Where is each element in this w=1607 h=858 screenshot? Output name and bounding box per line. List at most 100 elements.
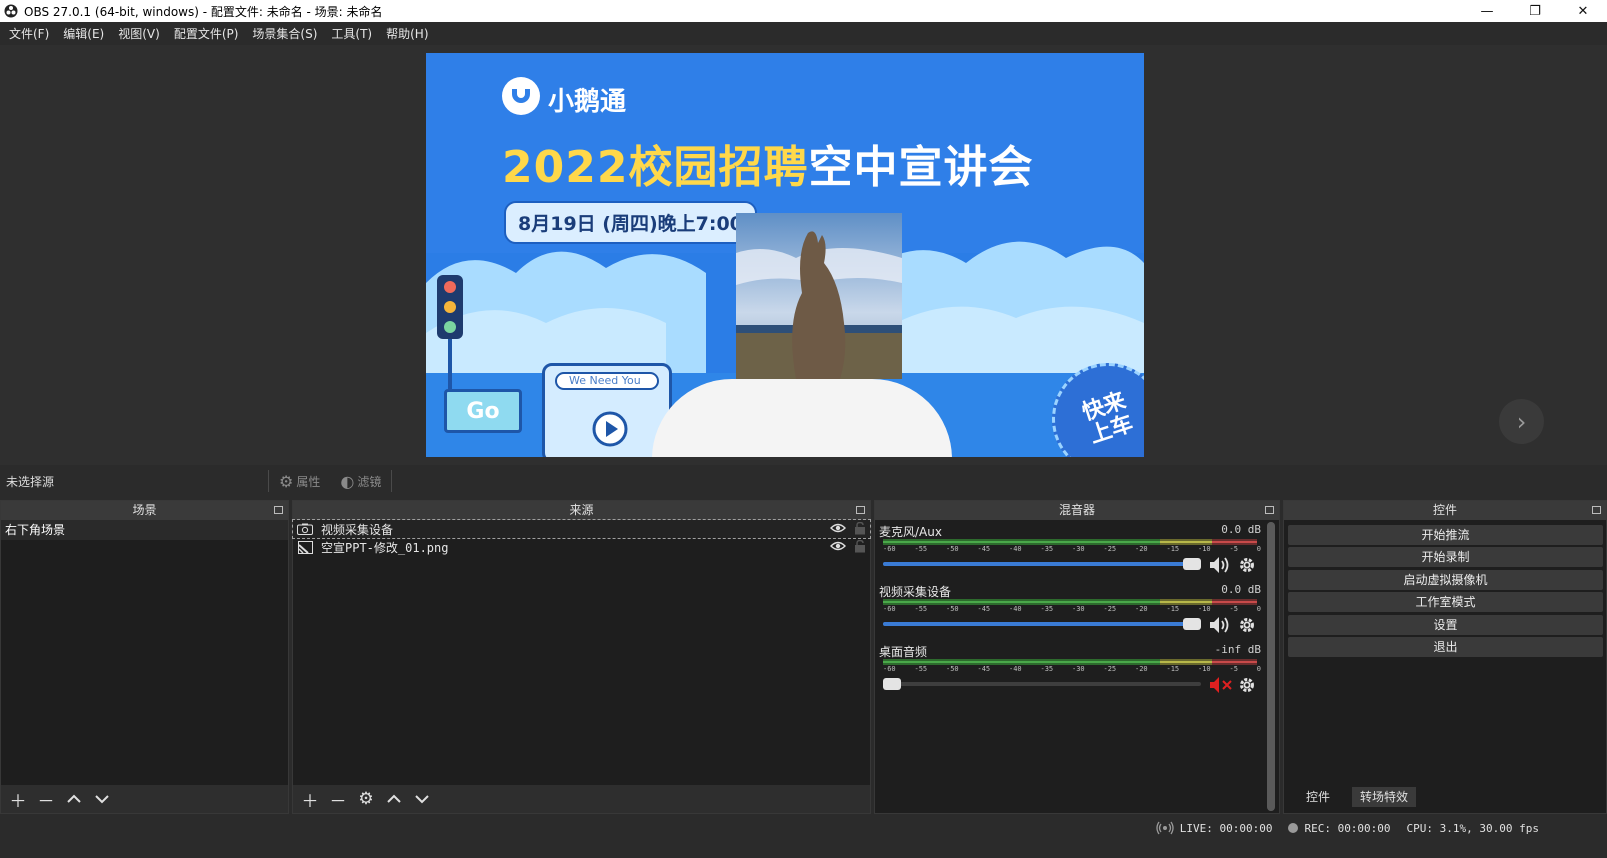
- menu-view[interactable]: 视图(V): [111, 25, 167, 42]
- meter-tick-label: -25: [1103, 665, 1117, 673]
- move-down-icon[interactable]: [89, 787, 115, 811]
- window-bottom: [0, 840, 1607, 858]
- slider-knob[interactable]: [1183, 558, 1201, 570]
- remove-scene-button[interactable]: －: [33, 787, 59, 812]
- scenes-title: 场景: [132, 503, 157, 517]
- move-up-icon[interactable]: [61, 787, 87, 811]
- gear-icon[interactable]: [1237, 615, 1257, 635]
- meter-tick-label: -15: [1166, 545, 1180, 553]
- lock-icon[interactable]: [854, 539, 866, 556]
- speaker-icon[interactable]: [1209, 615, 1233, 635]
- float-dock-icon[interactable]: [1592, 506, 1601, 514]
- menu-bar: 文件(F) 编辑(E) 视图(V) 配置文件(P) 场景集合(S) 工具(T) …: [0, 22, 1607, 45]
- muted-speaker-icon[interactable]: [1209, 675, 1233, 695]
- slider-knob[interactable]: [1183, 618, 1201, 630]
- meter-tick-label: -5: [1229, 665, 1238, 673]
- meter-fill: [883, 661, 1257, 663]
- volume-slider[interactable]: [883, 678, 1201, 690]
- meter-tick-label: -20: [1135, 545, 1148, 553]
- remove-source-button[interactable]: －: [325, 787, 351, 812]
- window-title: OBS 27.0.1 (64-bit, windows) - 配置文件: 未命名…: [24, 4, 383, 19]
- meter-tick-label: -50: [946, 605, 959, 613]
- meter-tick-label: -20: [1135, 665, 1148, 673]
- add-scene-button[interactable]: ＋: [5, 787, 31, 812]
- volume-slider[interactable]: [883, 618, 1201, 630]
- filters-button[interactable]: ◐ 滤镜: [330, 472, 391, 491]
- move-down-icon[interactable]: [409, 787, 435, 811]
- meter-tick-label: -60: [883, 545, 896, 553]
- scene-item[interactable]: 右下角场景: [1, 520, 288, 540]
- headline-white: 空中宣讲会: [808, 142, 1034, 193]
- status-bar: LIVE: 00:00:00 REC: 00:00:00 CPU: 3.1%, …: [0, 816, 1607, 840]
- tab-transitions[interactable]: 转场特效: [1352, 787, 1417, 807]
- mixer-channel: 桌面音频 -inf dB -60 -55 -50 -45 -40 -35 -30 -25 -20 -1…: [879, 643, 1261, 701]
- camera-overlay-image: [736, 213, 902, 379]
- meter-tick-label: -10: [1198, 665, 1211, 673]
- float-dock-icon[interactable]: [274, 506, 283, 514]
- gear-icon[interactable]: [1237, 555, 1257, 575]
- source-name: 空宣PPT-修改_01.png: [321, 540, 449, 555]
- menu-file[interactable]: 文件(F): [2, 25, 56, 42]
- gear-icon[interactable]: [1237, 675, 1257, 695]
- meter-tick-label: -35: [1040, 545, 1054, 553]
- headline-yellow: 2022校园招聘: [502, 142, 809, 193]
- move-up-icon[interactable]: [381, 787, 407, 811]
- date-bubble: 8月19日 (周四)晚上7:00: [504, 201, 757, 244]
- search-pill: We Need You: [555, 372, 659, 390]
- tab-controls[interactable]: 控件: [1286, 787, 1351, 807]
- next-scene-button[interactable]: ›: [1499, 399, 1544, 444]
- start-virtual-camera-button[interactable]: 启动虚拟摄像机: [1288, 570, 1603, 590]
- mixer-scrollbar[interactable]: [1267, 522, 1275, 811]
- preview-canvas[interactable]: 小鹅通 2022校园招聘空中宣讲会 Go We Need You 8月19日 (…: [426, 53, 1144, 457]
- start-streaming-button[interactable]: 开始推流: [1288, 525, 1603, 545]
- exit-button[interactable]: 退出: [1288, 637, 1603, 657]
- meter-tick-label: -45: [977, 545, 991, 553]
- meter-tick-label: -30: [1072, 545, 1085, 553]
- menu-tools[interactable]: 工具(T): [324, 25, 379, 42]
- gear-icon: ⚙: [279, 471, 294, 491]
- slider-fill: [883, 622, 1201, 626]
- slider-knob[interactable]: [883, 678, 901, 690]
- volume-slider[interactable]: [883, 558, 1201, 570]
- start-recording-button[interactable]: 开始录制: [1288, 547, 1603, 567]
- camera-icon: [297, 522, 313, 536]
- menu-edit[interactable]: 编辑(E): [56, 25, 111, 42]
- minimize-button[interactable]: —: [1463, 0, 1511, 22]
- source-toolbar: 未选择源 ⚙ 属性 ◐ 滤镜: [0, 465, 1607, 497]
- studio-mode-button[interactable]: 工作室模式: [1288, 592, 1603, 612]
- no-source-label: 未选择源: [6, 474, 55, 489]
- gear-icon[interactable]: ⚙: [353, 787, 379, 811]
- settings-button[interactable]: 设置: [1288, 615, 1603, 635]
- restore-button[interactable]: ❐: [1511, 0, 1559, 22]
- properties-label: 属性: [296, 474, 321, 489]
- float-dock-icon[interactable]: [856, 506, 865, 514]
- eye-icon[interactable]: [830, 522, 846, 537]
- speaker-icon[interactable]: [1209, 555, 1233, 575]
- add-source-button[interactable]: ＋: [297, 787, 323, 812]
- menu-scene-collection[interactable]: 场景集合(S): [245, 25, 324, 42]
- eye-icon[interactable]: [830, 540, 846, 555]
- meter-tick-label: -40: [1009, 605, 1022, 613]
- menu-profile[interactable]: 配置文件(P): [167, 25, 246, 42]
- controls-dock: 控件 开始推流 开始录制 启动虚拟摄像机 工作室模式 设置 退出 控件 转场特效: [1283, 500, 1607, 814]
- live-status: LIVE: 00:00:00: [1156, 821, 1272, 835]
- float-dock-icon[interactable]: [1265, 506, 1274, 514]
- meter-fill: [883, 601, 1257, 603]
- meter-tick-label: -5: [1229, 605, 1238, 613]
- channel-name: 麦克风/Aux: [879, 525, 942, 539]
- mixer-channel: 视频采集设备 0.0 dB -60 -55 -50 -45 -40 -35 -30 -25 -20-…: [879, 583, 1261, 641]
- close-button[interactable]: ✕: [1559, 0, 1607, 22]
- source-item[interactable]: 空宣PPT-修改_01.png: [293, 538, 870, 556]
- source-name: 视频采集设备: [321, 522, 394, 537]
- meter-tick-label: -40: [1009, 545, 1022, 553]
- properties-button[interactable]: ⚙ 属性: [269, 472, 330, 491]
- lock-icon[interactable]: [854, 521, 866, 538]
- rec-time: REC: 00:00:00: [1304, 821, 1391, 835]
- channel-db: 0.0 dB: [1221, 583, 1261, 596]
- meter-tick-label: -25: [1103, 605, 1117, 613]
- meter-tick-label: -45: [977, 665, 991, 673]
- source-item[interactable]: 视频采集设备: [292, 519, 871, 539]
- meter-tick-label: -15: [1166, 665, 1180, 673]
- meter-tick-label: -15: [1166, 605, 1180, 613]
- menu-help[interactable]: 帮助(H): [379, 25, 435, 42]
